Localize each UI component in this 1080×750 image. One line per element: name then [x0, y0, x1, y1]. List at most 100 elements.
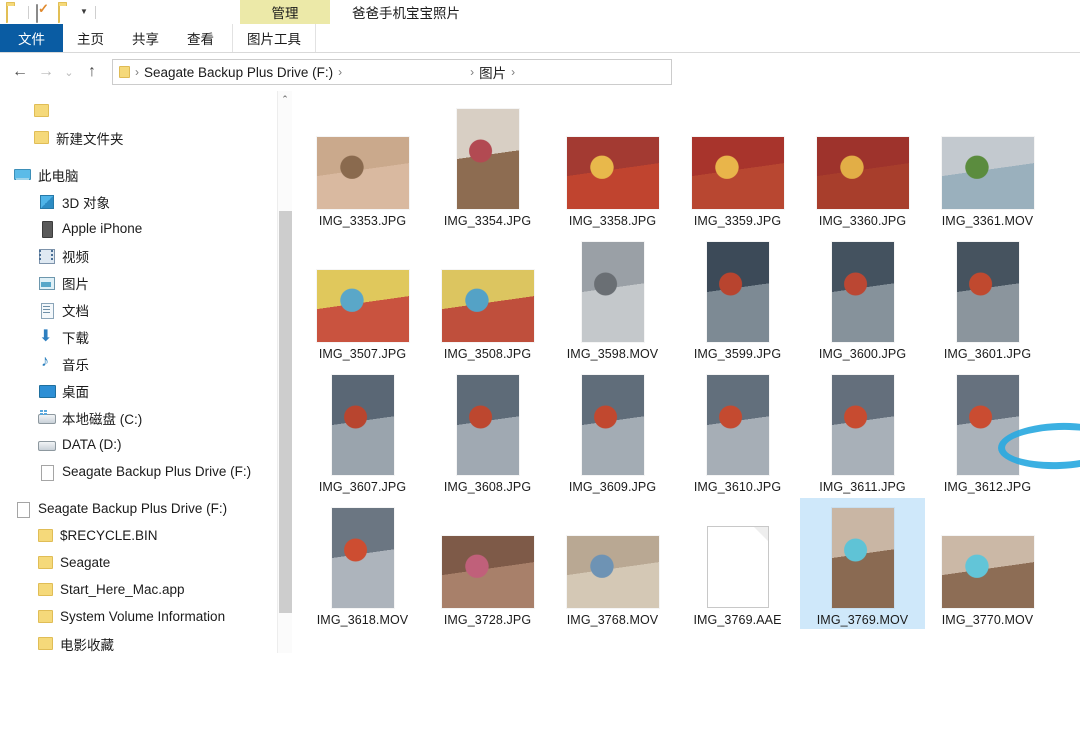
sidebar-item-桌面[interactable]: 桌面	[0, 377, 292, 404]
sidebar-item-文档[interactable]: 文档	[0, 296, 292, 323]
sidebar-item-system-volume-information[interactable]: System Volume Information	[0, 603, 292, 630]
folder-icon[interactable]	[6, 3, 21, 23]
file-name-label: IMG_3360.JPG	[818, 214, 907, 228]
tab-file[interactable]: 文件	[0, 24, 63, 52]
forward-button[interactable]: →	[34, 59, 58, 85]
file-item[interactable]: IMG_3601.JPG	[925, 232, 1050, 363]
file-thumbnail	[831, 242, 894, 342]
sidebar-item-seagate-backup-plus-drive-f-[interactable]: Seagate Backup Plus Drive (F:)	[0, 495, 292, 522]
recent-locations-dropdown-icon[interactable]: ⌄	[60, 59, 78, 85]
back-button[interactable]: ←	[8, 59, 32, 85]
sidebar-item-label: Seagate Backup Plus Drive (F:)	[62, 464, 252, 479]
file-name-label: IMG_3599.JPG	[693, 347, 782, 361]
file-item[interactable]: IMG_3358.JPG	[550, 99, 675, 230]
file-item[interactable]: IMG_3600.JPG	[800, 232, 925, 363]
file-item[interactable]: IMG_3770.MOV	[925, 498, 1050, 629]
file-item[interactable]: IMG_3609.JPG	[550, 365, 675, 496]
breadcrumb-separator-2[interactable]: ›	[470, 65, 474, 79]
file-item[interactable]: IMG_3507.JPG	[300, 232, 425, 363]
sidebar-item-label: 新建文件夹	[56, 131, 124, 147]
file-name-label: IMG_3769.MOV	[816, 613, 909, 627]
file-name-label: IMG_3610.JPG	[693, 480, 782, 494]
quick-access-toolbar: ▼	[0, 0, 1080, 24]
breadcrumb-item-drive[interactable]: Seagate Backup Plus Drive (F:)	[144, 65, 333, 80]
sidebar-item-seagate-backup-plus-drive-f-[interactable]: Seagate Backup Plus Drive (F:)	[0, 458, 292, 485]
tab-home[interactable]: 主页	[63, 24, 118, 52]
sidebar-group-spacer	[0, 151, 292, 161]
desk-icon	[38, 383, 56, 399]
tab-picture-tools[interactable]: 图片工具	[232, 24, 316, 52]
file-thumbnail	[566, 137, 659, 209]
up-button[interactable]: ↑	[80, 59, 104, 85]
folder-icon	[38, 556, 53, 569]
file-list-pane[interactable]: IMG_3353.JPG IMG_3354.JPG IMG_3358.JPG IMG_…	[292, 91, 1080, 653]
file-item[interactable]: IMG_3607.JPG	[300, 365, 425, 496]
sidebar-item--recycle-bin[interactable]: $RECYCLE.BIN	[0, 522, 292, 549]
file-item[interactable]: IMG_3612.JPG	[925, 365, 1050, 496]
sidebar-item-blank-0[interactable]	[0, 97, 292, 124]
file-item[interactable]: IMG_3608.JPG	[425, 365, 550, 496]
blank-icon	[14, 501, 31, 518]
sidebar-item-label: 音乐	[62, 357, 89, 373]
file-name-label: IMG_3728.JPG	[443, 613, 532, 627]
sidebar-item-label: 文档	[62, 303, 89, 319]
generic-file-icon	[706, 526, 769, 608]
file-item[interactable]: IMG_3361.MOV	[925, 99, 1050, 230]
sidebar-item-电影收藏[interactable]: 电影收藏	[0, 630, 292, 653]
breadcrumb[interactable]: › Seagate Backup Plus Drive (F:) › › 图片 …	[112, 59, 672, 85]
customize-dropdown-icon[interactable]: ▼	[80, 8, 88, 16]
tab-view[interactable]: 查看	[173, 24, 228, 52]
file-item[interactable]: IMG_3353.JPG	[300, 99, 425, 230]
file-item[interactable]: IMG_3769.AAE	[675, 498, 800, 629]
file-item[interactable]: IMG_3354.JPG	[425, 99, 550, 230]
video-icon	[38, 248, 55, 264]
sidebar-item-3d-对象[interactable]: 3D 对象	[0, 188, 292, 215]
new-folder-icon[interactable]	[58, 3, 73, 23]
sidebar-item-此电脑[interactable]: 此电脑	[0, 161, 292, 188]
file-item[interactable]: IMG_3359.JPG	[675, 99, 800, 230]
file-item[interactable]: IMG_3599.JPG	[675, 232, 800, 363]
file-item[interactable]: IMG_3610.JPG	[675, 365, 800, 496]
file-thumbnail	[566, 536, 659, 608]
tab-share[interactable]: 共享	[118, 24, 173, 52]
file-item[interactable]: IMG_3508.JPG	[425, 232, 550, 363]
window-folder-title: 爸爸手机宝宝照片	[352, 6, 460, 21]
sidebar-item-seagate[interactable]: Seagate	[0, 549, 292, 576]
file-name-label: IMG_3770.MOV	[941, 613, 1034, 627]
navigation-pane: 新建文件夹此电脑 3D 对象 Apple iPhone 视频图片文档下载音乐桌面本地磁…	[0, 91, 292, 653]
sidebar-item-新建文件夹[interactable]: 新建文件夹	[0, 124, 292, 151]
sidebar-item-图片[interactable]: 图片	[0, 269, 292, 296]
breadcrumb-item-pictures[interactable]: 图片	[479, 62, 506, 82]
sidebar-item-本地磁盘-c-[interactable]: 本地磁盘 (C:)	[0, 404, 292, 431]
file-item[interactable]: IMG_3618.MOV	[300, 498, 425, 629]
file-item[interactable]: IMG_3598.MOV	[550, 232, 675, 363]
sidebar-item-label: 桌面	[62, 384, 89, 400]
file-item[interactable]: IMG_3360.JPG	[800, 99, 925, 230]
file-item[interactable]: IMG_3769.MOV	[800, 498, 925, 629]
scroll-up-icon[interactable]: ⌃	[278, 91, 292, 107]
breadcrumb-separator-0[interactable]: ›	[135, 65, 139, 79]
file-thumbnail	[441, 536, 534, 608]
sidebar-group-spacer	[0, 485, 292, 495]
sidebar-item-apple-iphone[interactable]: Apple iPhone	[0, 215, 292, 242]
scrollbar-thumb[interactable]	[279, 211, 292, 613]
file-item[interactable]: IMG_3768.MOV	[550, 498, 675, 629]
file-thumbnail	[706, 375, 769, 475]
sidebar-item-label: Apple iPhone	[62, 221, 143, 236]
breadcrumb-separator-1[interactable]: ›	[338, 65, 342, 79]
folder-icon	[34, 104, 49, 117]
sidebar-scrollbar[interactable]: ⌃	[277, 91, 292, 653]
sidebar-item-音乐[interactable]: 音乐	[0, 350, 292, 377]
file-name-label: IMG_3354.JPG	[443, 214, 532, 228]
sidebar-item-start_here_mac-app[interactable]: Start_Here_Mac.app	[0, 576, 292, 603]
file-item[interactable]: IMG_3611.JPG	[800, 365, 925, 496]
file-thumbnail	[816, 137, 909, 209]
folder-icon	[38, 529, 53, 542]
breadcrumb-separator-3[interactable]: ›	[511, 65, 515, 79]
folder-icon	[38, 610, 53, 623]
sidebar-item-下载[interactable]: 下载	[0, 323, 292, 350]
sidebar-item-视频[interactable]: 视频	[0, 242, 292, 269]
sidebar-item-data-d-[interactable]: DATA (D:)	[0, 431, 292, 458]
properties-checkbox-icon[interactable]	[36, 3, 51, 23]
file-item[interactable]: IMG_3728.JPG	[425, 498, 550, 629]
